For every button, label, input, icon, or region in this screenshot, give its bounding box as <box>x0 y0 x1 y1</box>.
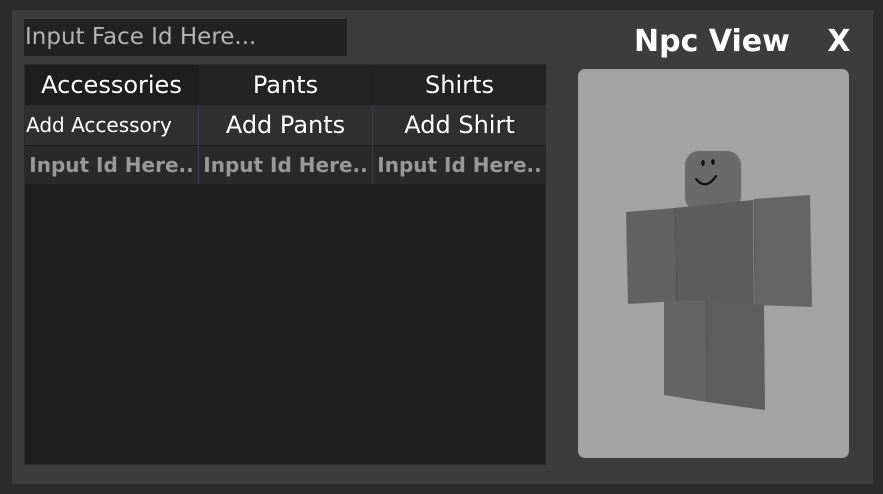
npc-editor-window: Npc View X Accessories Add Accessory Pan… <box>12 10 873 484</box>
clothing-panel: Accessories Add Accessory Pants Add Pant… <box>24 64 546 465</box>
pants-id-input[interactable] <box>199 146 372 184</box>
npc-right-arm <box>754 195 812 307</box>
pants-column: Pants Add Pants <box>199 65 372 184</box>
npc-left-arm <box>626 208 677 304</box>
shirts-header: Shirts <box>373 65 546 105</box>
shirt-id-input[interactable] <box>373 146 546 184</box>
npc-torso <box>674 200 754 305</box>
face-id-input[interactable] <box>24 19 347 56</box>
add-pants-button[interactable]: Add Pants <box>199 105 372 145</box>
window-title: Npc View <box>634 24 790 59</box>
npc-model <box>626 151 812 410</box>
npc-viewport[interactable] <box>578 69 849 458</box>
npc-left-leg <box>664 300 707 402</box>
add-accessory-button[interactable]: Add Accessory <box>25 105 198 145</box>
npc-right-leg <box>706 301 765 410</box>
close-button[interactable]: X <box>824 22 854 62</box>
shirts-column: Shirts Add Shirt <box>373 65 546 184</box>
add-shirt-button[interactable]: Add Shirt <box>373 105 546 145</box>
accessories-column: Accessories Add Accessory <box>25 65 198 184</box>
accessory-id-input[interactable] <box>25 146 198 184</box>
pants-header: Pants <box>199 65 372 105</box>
accessories-header: Accessories <box>25 65 198 105</box>
